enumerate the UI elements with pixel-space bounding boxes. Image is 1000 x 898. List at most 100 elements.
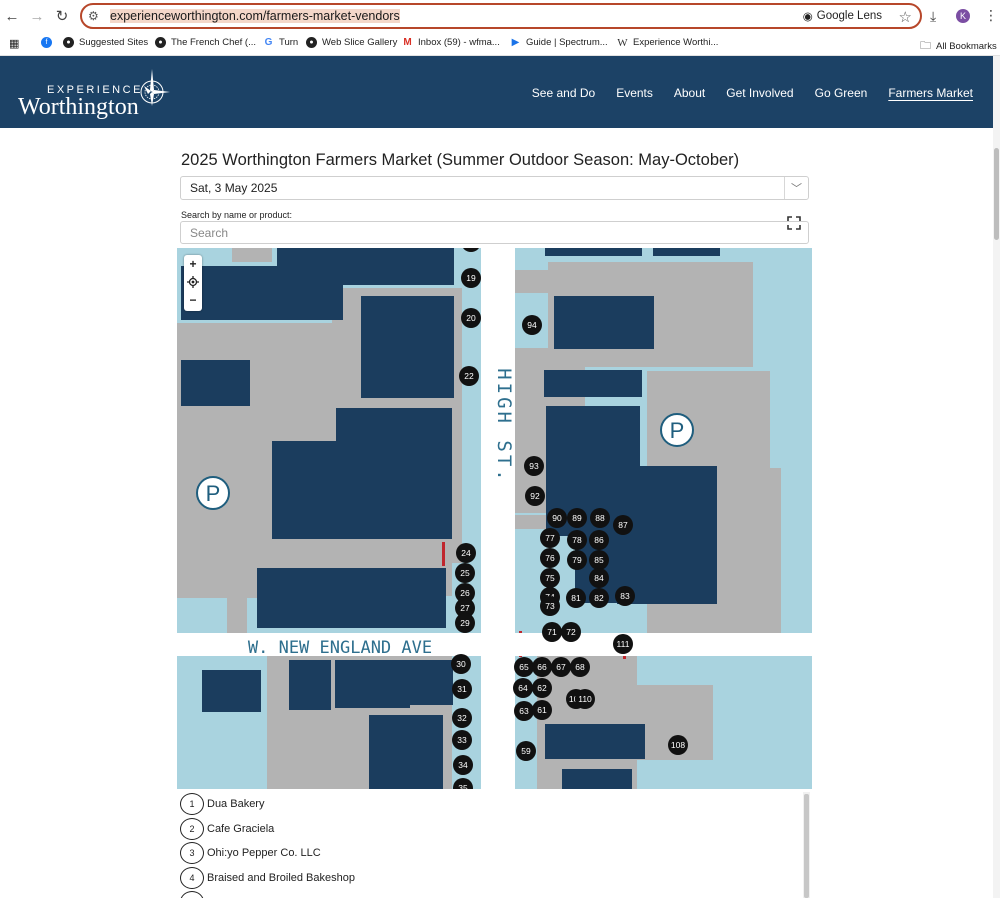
stall-marker[interactable]: 83 (615, 586, 635, 606)
fullscreen-icon[interactable] (784, 213, 804, 233)
date-select[interactable]: Sat, 3 May 2025 ﹀ (180, 176, 809, 200)
stall-marker[interactable]: 67 (551, 657, 571, 677)
list-item[interactable]: 2 Cafe Graciela (180, 817, 810, 842)
stall-marker[interactable]: 92 (525, 486, 545, 506)
stall-marker[interactable]: 22 (459, 366, 479, 386)
stall-marker[interactable]: 82 (589, 588, 609, 608)
stall-marker[interactable]: 25 (455, 563, 475, 583)
locate-icon[interactable] (184, 273, 202, 291)
stall-marker[interactable]: 79 (567, 550, 587, 570)
stall-marker[interactable]: 76 (540, 548, 560, 568)
all-bookmarks[interactable]: 🗀 All Bookmarks (920, 37, 997, 56)
zoom-out-button[interactable]: − (184, 291, 202, 309)
stall-marker[interactable]: 65 (514, 657, 534, 677)
list-scrollbar-thumb[interactable] (804, 794, 809, 898)
stall-marker[interactable]: 30 (451, 654, 471, 674)
nav-about[interactable]: About (674, 86, 705, 100)
bookmark-item[interactable]: ● The French Chef (... (155, 37, 256, 48)
stall-marker[interactable]: 77 (540, 528, 560, 548)
svg-text:22: 22 (464, 371, 474, 381)
facebook-bookmark[interactable]: f (41, 37, 52, 48)
stall-marker[interactable]: 19 (461, 268, 481, 288)
stall-marker[interactable]: 62 (532, 678, 552, 698)
bookmark-item[interactable]: ▶ Guide | Spectrum... (510, 37, 608, 48)
stall-marker[interactable]: 64 (513, 678, 533, 698)
stall-marker[interactable]: 86 (589, 530, 609, 550)
list-item[interactable]: 4 Braised and Broiled Bakeshop (180, 866, 810, 891)
google-lens-button[interactable]: ◉ Google Lens (803, 9, 882, 23)
stall-marker[interactable]: 89 (567, 508, 587, 528)
profile-avatar[interactable]: K (956, 9, 970, 23)
market-map[interactable]: HIGH ST. W. NEW ENGLAND AVE P P 19 20 22… (177, 248, 812, 789)
bookmark-item[interactable]: ● Suggested Sites (63, 37, 148, 48)
stall-marker[interactable]: 78 (567, 530, 587, 550)
stall-marker[interactable]: 68 (570, 657, 590, 677)
stall-marker[interactable]: 72 (561, 622, 581, 642)
nav-go-green[interactable]: Go Green (815, 86, 868, 100)
stall-marker[interactable]: 34 (453, 755, 473, 775)
parking-marker[interactable]: P (660, 413, 694, 447)
download-icon[interactable]: ⤓ (930, 8, 936, 25)
stall-marker[interactable]: 75 (540, 568, 560, 588)
stall-marker[interactable]: 90 (547, 508, 567, 528)
stall-marker[interactable]: 94 (522, 315, 542, 335)
vendor-name: Dua Bakery (207, 798, 265, 811)
menu-icon[interactable]: ⋮ (984, 7, 998, 24)
svg-text:19: 19 (466, 273, 476, 283)
site-header: EXPERIENCE Worthington See and Do Events… (0, 56, 993, 128)
stall-marker[interactable]: 29 (455, 613, 475, 633)
stall-marker[interactable]: 71 (542, 622, 562, 642)
page-scrollbar[interactable] (993, 56, 1000, 898)
stall-marker[interactable]: 24 (456, 543, 476, 563)
chevron-down-icon[interactable]: ﹀ (784, 177, 808, 199)
reload-icon[interactable]: ↻ (50, 4, 74, 28)
map-controls: + − (184, 255, 202, 311)
address-bar[interactable]: ⚙ experienceworthington.com/farmers-mark… (80, 3, 922, 29)
folder-icon: 🗀 (920, 40, 931, 52)
stall-marker[interactable]: 81 (566, 588, 586, 608)
stall-marker[interactable]: 93 (524, 456, 544, 476)
page-scrollbar-thumb[interactable] (994, 148, 999, 240)
nav-events[interactable]: Events (616, 86, 653, 100)
stall-marker[interactable]: 87 (613, 515, 633, 535)
bookmark-item[interactable]: G Turn (263, 37, 298, 48)
bookmark-item[interactable]: M Inbox (59) - wfma... (402, 37, 500, 48)
stall-marker[interactable]: 108 (668, 735, 688, 755)
nav-get-involved[interactable]: Get Involved (726, 86, 793, 100)
stall-marker[interactable]: 110 (575, 689, 595, 709)
nav-farmers-market[interactable]: Farmers Market (888, 86, 973, 100)
search-input[interactable] (180, 221, 809, 244)
zoom-in-button[interactable]: + (184, 255, 202, 273)
stall-marker[interactable]: 33 (452, 730, 472, 750)
svg-text:77: 77 (545, 533, 555, 543)
stall-marker[interactable]: 31 (452, 679, 472, 699)
stall-marker[interactable]: 63 (514, 701, 534, 721)
stall-marker[interactable]: 66 (532, 657, 552, 677)
vendor-number: 1 (180, 793, 204, 816)
bookmark-item[interactable]: ● Web Slice Gallery (306, 37, 397, 48)
svg-text:90: 90 (552, 513, 562, 523)
stall-marker[interactable]: 73 (540, 596, 560, 616)
site-settings-icon[interactable]: ⚙ (88, 9, 108, 23)
stall-marker[interactable]: 85 (589, 550, 609, 570)
stall-marker[interactable]: 88 (590, 508, 610, 528)
nav-see-and-do[interactable]: See and Do (532, 86, 595, 100)
stall-marker[interactable]: 32 (452, 708, 472, 728)
parking-marker[interactable]: P (196, 476, 230, 510)
back-icon[interactable]: ← (0, 4, 24, 28)
stall-marker[interactable]: 59 (516, 741, 536, 761)
list-item[interactable]: 1 Dua Bakery (180, 792, 810, 817)
bookmark-item[interactable]: W Experience Worthi... (617, 37, 718, 49)
list-item[interactable]: 3 Ohi:yo Pepper Co. LLC (180, 841, 810, 866)
stall-marker[interactable]: 84 (589, 568, 609, 588)
bookmark-star-icon[interactable]: ☆ (899, 8, 912, 26)
stall-marker[interactable]: 111 (613, 634, 633, 654)
list-item[interactable]: 5 (180, 890, 810, 898)
map-canvas[interactable]: HIGH ST. W. NEW ENGLAND AVE P P 19 20 22… (177, 248, 812, 789)
svg-text:27: 27 (460, 603, 470, 613)
stall-marker[interactable]: 61 (532, 700, 552, 720)
apps-icon[interactable]: ▦ (9, 37, 19, 50)
forward-icon[interactable]: → (25, 4, 49, 28)
list-scrollbar[interactable] (803, 792, 810, 898)
stall-marker[interactable]: 20 (461, 308, 481, 328)
